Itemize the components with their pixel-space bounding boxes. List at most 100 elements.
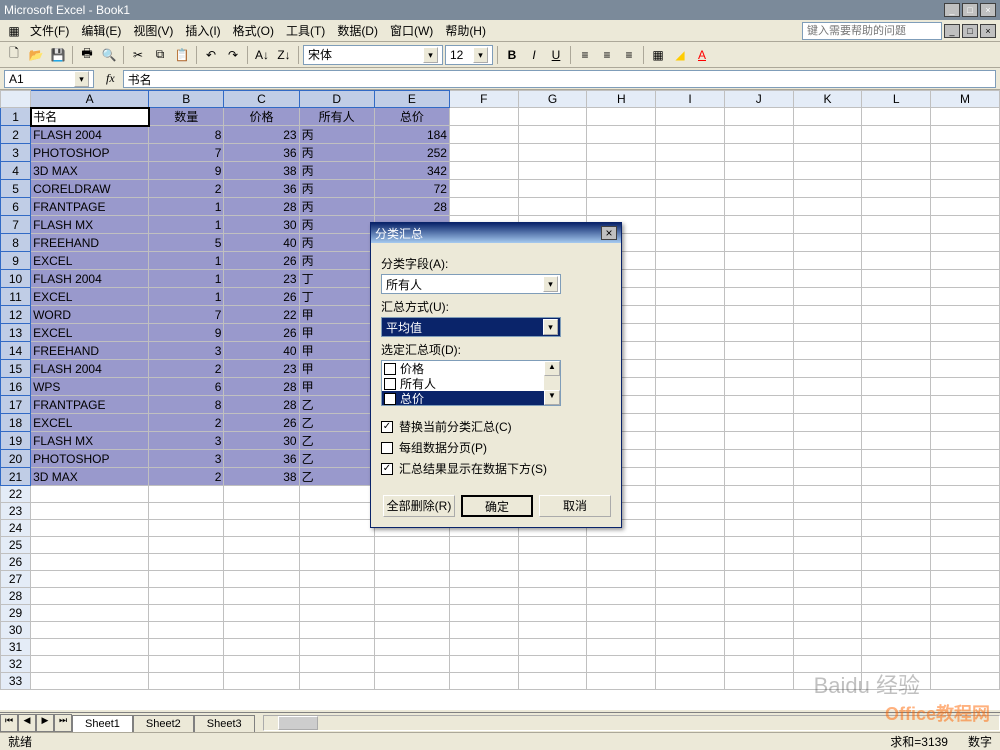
cell[interactable]: 总价 bbox=[374, 108, 449, 126]
column-header[interactable]: F bbox=[449, 91, 518, 108]
cell[interactable]: EXCEL bbox=[31, 252, 149, 270]
cell[interactable] bbox=[31, 622, 149, 639]
cell[interactable] bbox=[724, 234, 793, 252]
row-header[interactable]: 27 bbox=[1, 571, 31, 588]
cell[interactable] bbox=[862, 252, 931, 270]
cell[interactable] bbox=[587, 673, 656, 690]
cell[interactable] bbox=[724, 198, 793, 216]
cell[interactable] bbox=[793, 432, 862, 450]
maximize-button[interactable]: □ bbox=[962, 3, 978, 17]
cell[interactable] bbox=[793, 270, 862, 288]
column-header[interactable]: C bbox=[224, 91, 299, 108]
list-item[interactable]: 所有人 bbox=[382, 376, 560, 391]
cell[interactable] bbox=[656, 571, 725, 588]
cell[interactable] bbox=[224, 605, 299, 622]
column-header[interactable]: M bbox=[931, 91, 1000, 108]
cell[interactable] bbox=[931, 108, 1000, 126]
cell[interactable] bbox=[724, 306, 793, 324]
cell[interactable] bbox=[518, 588, 587, 605]
redo-icon[interactable]: ↷ bbox=[223, 45, 243, 65]
row-header[interactable]: 29 bbox=[1, 605, 31, 622]
column-header[interactable]: A bbox=[31, 91, 149, 108]
cell[interactable] bbox=[931, 396, 1000, 414]
cell[interactable] bbox=[149, 673, 224, 690]
cell[interactable] bbox=[656, 180, 725, 198]
cell[interactable] bbox=[793, 306, 862, 324]
font-size-select[interactable]: 12▾ bbox=[445, 45, 493, 65]
row-header[interactable]: 16 bbox=[1, 378, 31, 396]
cell[interactable] bbox=[449, 198, 518, 216]
cell[interactable] bbox=[862, 537, 931, 554]
cell[interactable] bbox=[449, 622, 518, 639]
cell[interactable] bbox=[587, 554, 656, 571]
cell[interactable] bbox=[518, 554, 587, 571]
cell[interactable]: 26 bbox=[224, 252, 299, 270]
cell[interactable]: 26 bbox=[224, 324, 299, 342]
cell[interactable] bbox=[518, 673, 587, 690]
cell[interactable] bbox=[656, 198, 725, 216]
cell[interactable] bbox=[931, 639, 1000, 656]
row-header[interactable]: 11 bbox=[1, 288, 31, 306]
replace-checkbox[interactable]: ✓替换当前分类汇总(C) bbox=[381, 418, 611, 435]
row-header[interactable]: 28 bbox=[1, 588, 31, 605]
tab-first-icon[interactable]: ⏮ bbox=[0, 714, 18, 732]
cell[interactable]: 所有人 bbox=[299, 108, 374, 126]
column-header[interactable]: K bbox=[793, 91, 862, 108]
cell[interactable] bbox=[518, 198, 587, 216]
cell[interactable] bbox=[149, 605, 224, 622]
menu-item[interactable]: 格式(O) bbox=[227, 22, 280, 40]
cell[interactable] bbox=[656, 342, 725, 360]
row-header[interactable]: 3 bbox=[1, 144, 31, 162]
cell[interactable] bbox=[587, 605, 656, 622]
underline-icon[interactable]: U bbox=[546, 45, 566, 65]
column-header[interactable]: E bbox=[374, 91, 449, 108]
new-icon[interactable]: 🗋 bbox=[4, 45, 24, 65]
cell[interactable] bbox=[724, 639, 793, 656]
cell[interactable]: 丙 bbox=[299, 180, 374, 198]
cell[interactable] bbox=[931, 342, 1000, 360]
cell[interactable]: 36 bbox=[224, 144, 299, 162]
cell[interactable] bbox=[724, 468, 793, 486]
cell[interactable] bbox=[793, 656, 862, 673]
cell[interactable]: 23 bbox=[224, 126, 299, 144]
align-right-icon[interactable]: ≡ bbox=[619, 45, 639, 65]
row-header[interactable]: 14 bbox=[1, 342, 31, 360]
cell[interactable] bbox=[862, 503, 931, 520]
cell[interactable]: FREEHAND bbox=[31, 342, 149, 360]
row-header[interactable]: 8 bbox=[1, 234, 31, 252]
cell[interactable] bbox=[862, 468, 931, 486]
cell[interactable] bbox=[931, 126, 1000, 144]
scroll-thumb[interactable] bbox=[278, 716, 318, 730]
open-icon[interactable]: 📂 bbox=[26, 45, 46, 65]
cell[interactable]: FLASH 2004 bbox=[31, 270, 149, 288]
cell[interactable] bbox=[299, 537, 374, 554]
cell[interactable]: CORELDRAW bbox=[31, 180, 149, 198]
cell[interactable] bbox=[656, 656, 725, 673]
cell[interactable] bbox=[862, 432, 931, 450]
cell[interactable] bbox=[224, 503, 299, 520]
preview-icon[interactable]: 🔍 bbox=[99, 45, 119, 65]
cell[interactable] bbox=[656, 396, 725, 414]
cell[interactable]: 2 bbox=[149, 180, 224, 198]
cell[interactable]: 26 bbox=[224, 288, 299, 306]
fx-icon[interactable]: fx bbox=[98, 71, 123, 86]
cell[interactable] bbox=[449, 605, 518, 622]
row-header[interactable]: 4 bbox=[1, 162, 31, 180]
cell[interactable] bbox=[656, 486, 725, 503]
cell[interactable] bbox=[587, 639, 656, 656]
cancel-button[interactable]: 取消 bbox=[539, 495, 611, 517]
cell[interactable] bbox=[793, 537, 862, 554]
cell[interactable] bbox=[862, 216, 931, 234]
cell[interactable]: 36 bbox=[224, 180, 299, 198]
cell[interactable] bbox=[656, 673, 725, 690]
cell[interactable] bbox=[931, 656, 1000, 673]
cell[interactable]: 36 bbox=[224, 450, 299, 468]
row-header[interactable]: 21 bbox=[1, 468, 31, 486]
cell[interactable] bbox=[299, 588, 374, 605]
cell[interactable] bbox=[31, 673, 149, 690]
cell[interactable]: 5 bbox=[149, 234, 224, 252]
row-header[interactable]: 24 bbox=[1, 520, 31, 537]
cell[interactable] bbox=[656, 324, 725, 342]
cell[interactable]: 184 bbox=[374, 126, 449, 144]
sheet-tab[interactable]: Sheet2 bbox=[133, 715, 194, 732]
